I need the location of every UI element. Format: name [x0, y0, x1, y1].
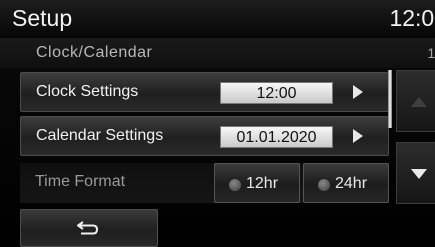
scroll-down-button[interactable]: [396, 142, 435, 204]
triangle-up-icon: [411, 97, 427, 107]
radio-12hr[interactable]: 12hr: [214, 163, 300, 203]
calendar-settings-button[interactable]: Calendar Settings 01.01.2020: [20, 116, 389, 156]
clock-settings-label: Clock Settings: [36, 83, 139, 100]
triangle-down-icon: [411, 169, 427, 179]
play-arrow-icon: [353, 129, 363, 143]
radio-circle-icon: [228, 178, 242, 192]
radio-24hr[interactable]: 24hr: [303, 163, 389, 203]
radio-12hr-label: 12hr: [246, 175, 279, 192]
setup-screen: Setup 12:00 Clock/Calendar 1/ Clock Sett…: [0, 0, 435, 247]
clock-value-field: 12:00: [220, 82, 333, 104]
section-title: Clock/Calendar: [36, 44, 153, 61]
screen-title: Setup: [12, 5, 73, 31]
scrollbar[interactable]: [388, 70, 392, 128]
play-arrow-icon: [353, 85, 363, 99]
clock-settings-button[interactable]: Clock Settings 12:00: [20, 72, 389, 112]
page-indicator: 1/: [427, 45, 435, 61]
time-format-label: Time Format: [35, 173, 126, 190]
back-button[interactable]: [20, 209, 158, 247]
return-arrow-icon: [77, 221, 99, 235]
radio-circle-icon: [317, 178, 331, 192]
clock-display: 12:00: [389, 5, 435, 31]
section-header: Clock/Calendar 1/: [0, 38, 435, 68]
title-bar: Setup 12:00: [0, 0, 435, 39]
time-format-row: Time Format 12hr 24hr: [20, 163, 389, 203]
calendar-settings-label: Calendar Settings: [36, 127, 164, 144]
scroll-up-button[interactable]: [396, 70, 435, 132]
calendar-value-field: 01.01.2020: [220, 126, 333, 148]
radio-24hr-label: 24hr: [335, 175, 368, 192]
